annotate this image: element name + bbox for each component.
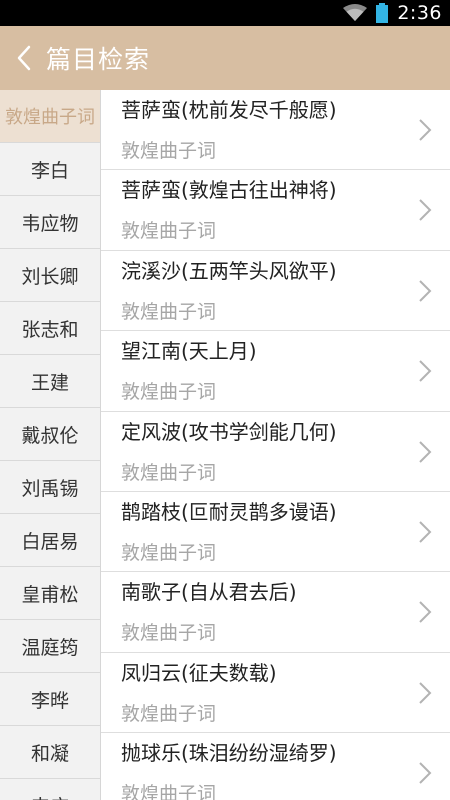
list-item[interactable]: 鹊踏枝(叵耐灵鹊多谩语) 敦煌曲子词 — [101, 492, 450, 573]
back-button[interactable] — [2, 26, 46, 90]
poem-title: 菩萨蛮(枕前发尽千般愿) — [121, 98, 337, 122]
poem-source: 敦煌曲子词 — [121, 300, 217, 323]
list-item[interactable]: 菩萨蛮(枕前发尽千般愿) 敦煌曲子词 — [101, 90, 450, 171]
chevron-right-icon — [419, 360, 432, 382]
chevron-right-icon — [419, 521, 432, 543]
list-item[interactable]: 浣溪沙(五两竿头风欲平) 敦煌曲子词 — [101, 251, 450, 332]
chevron-right-icon — [419, 440, 432, 463]
app-header: 篇目检索 — [0, 26, 450, 90]
poem-source: 敦煌曲子词 — [121, 622, 217, 645]
sidebar-item-huangfu-song[interactable]: 皇甫松 — [0, 567, 100, 620]
wifi-icon — [343, 4, 368, 22]
chevron-right-icon — [419, 601, 432, 624]
poem-source: 敦煌曲子词 — [121, 220, 217, 243]
list-item[interactable]: 凤归云(征夫数载) 敦煌曲子词 — [101, 653, 450, 734]
poem-source: 敦煌曲子词 — [121, 702, 217, 725]
poem-source: 敦煌曲子词 — [121, 783, 217, 800]
battery-icon — [375, 3, 389, 23]
list-item[interactable]: 望江南(天上月) 敦煌曲子词 — [101, 331, 450, 412]
chevron-right-icon — [419, 682, 432, 704]
sidebar-item-he-ning[interactable]: 和凝 — [0, 726, 100, 779]
chevron-right-icon — [419, 199, 432, 222]
page-title: 篇目检索 — [46, 45, 151, 74]
poem-source: 敦煌曲子词 — [121, 381, 217, 404]
chevron-right-icon — [419, 119, 432, 141]
sidebar-item-dai-shulun[interactable]: 戴叔伦 — [0, 408, 100, 461]
sidebar-item-wen-tingyun[interactable]: 温庭筠 — [0, 620, 100, 673]
sidebar-item-zhang-zhihe[interactable]: 张志和 — [0, 302, 100, 355]
status-bar: 2:36 — [0, 0, 450, 26]
sidebar-item-bai-juyi[interactable]: 白居易 — [0, 514, 100, 567]
sidebar-item-li-ye[interactable]: 李晔 — [0, 673, 100, 726]
chevron-right-icon — [419, 762, 432, 784]
poem-title: 抛球乐(珠泪纷纷湿绮罗) — [121, 741, 337, 766]
chevron-left-icon — [17, 45, 31, 71]
poem-source: 敦煌曲子词 — [121, 461, 217, 484]
list-item[interactable]: 定风波(攻书学剑能几何) 敦煌曲子词 — [101, 412, 450, 492]
sidebar-item-wei-zhuang[interactable]: 韦庄 — [0, 779, 100, 800]
list-item[interactable]: 南歌子(自从君去后) 敦煌曲子词 — [101, 572, 450, 653]
poem-title: 定风波(攻书学剑能几何) — [121, 419, 337, 444]
list-item[interactable]: 抛球乐(珠泪纷纷湿绮罗) 敦煌曲子词 — [101, 733, 450, 800]
poem-title: 南歌子(自从君去后) — [121, 580, 297, 605]
sidebar-item-wei-yingwu[interactable]: 韦应物 — [0, 196, 100, 249]
sidebar-item-dunhuang[interactable]: 敦煌曲子词 — [0, 90, 100, 143]
sidebar-item-liu-changqing[interactable]: 刘长卿 — [0, 249, 100, 302]
poem-title: 鹊踏枝(叵耐灵鹊多谩语) — [121, 499, 337, 524]
status-time: 2:36 — [397, 2, 442, 24]
poem-title: 凤归云(征夫数载) — [121, 660, 277, 685]
sidebar-item-li-bai[interactable]: 李白 — [0, 143, 100, 196]
poem-source: 敦煌曲子词 — [121, 140, 217, 162]
author-sidebar: 敦煌曲子词 李白 韦应物 刘长卿 张志和 王建 戴叔伦 刘禹锡 白居易 皇甫松 … — [0, 90, 101, 800]
sidebar-item-liu-yuxi[interactable]: 刘禹锡 — [0, 461, 100, 514]
poem-list: 菩萨蛮(枕前发尽千般愿) 敦煌曲子词 菩萨蛮(敦煌古往出神将) 敦煌曲子词 浣溪… — [101, 90, 450, 800]
sidebar-item-wang-jian[interactable]: 王建 — [0, 355, 100, 408]
poem-title: 浣溪沙(五两竿头风欲平) — [121, 258, 337, 283]
poem-source: 敦煌曲子词 — [121, 541, 217, 564]
poem-title: 望江南(天上月) — [121, 339, 257, 364]
chevron-right-icon — [419, 280, 432, 302]
list-item[interactable]: 菩萨蛮(敦煌古往出神将) 敦煌曲子词 — [101, 170, 450, 251]
poem-title: 菩萨蛮(敦煌古往出神将) — [121, 178, 337, 203]
